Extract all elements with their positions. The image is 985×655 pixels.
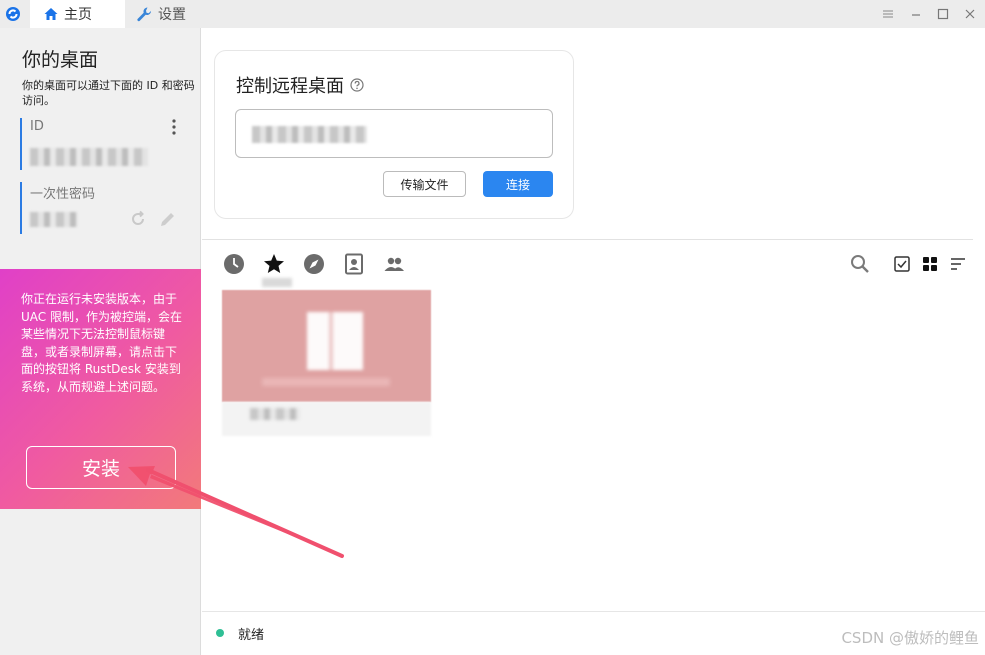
connect-card-title-text: 控制远程桌面 — [236, 76, 344, 97]
maximize-icon[interactable] — [936, 7, 950, 21]
password-value-blurred — [30, 212, 78, 227]
status-indicator — [216, 629, 224, 637]
refresh-password-icon[interactable] — [128, 209, 148, 229]
main-panel: 控制远程桌面 传输文件 连接 就绪 — [202, 28, 985, 655]
status-text: 就绪 — [238, 628, 265, 643]
install-notice-text: 你正在运行未安装版本，由于 UAC 限制，作为被控端，会在某些情况下无法控制鼠标… — [21, 292, 182, 394]
home-icon — [44, 8, 58, 20]
title-bar: 主页 设置 — [0, 0, 985, 28]
password-field: 一次性密码 — [20, 182, 190, 234]
install-button[interactable]: 安装 — [26, 446, 176, 489]
your-desktop-title: 你的桌面 — [22, 49, 99, 71]
peer-card-footer[interactable] — [222, 402, 431, 436]
sidebar: 你的桌面 你的桌面可以通过下面的 ID 和密码访问。 ID 一次性密码 你正在运… — [0, 28, 201, 655]
search-icon[interactable] — [849, 253, 871, 275]
connect-card: 控制远程桌面 传输文件 连接 — [214, 50, 574, 219]
tab-settings[interactable]: 设置 — [134, 0, 186, 28]
connect-button[interactable]: 连接 — [483, 171, 553, 197]
edit-password-icon[interactable] — [158, 209, 178, 229]
tab-home-label: 主页 — [64, 7, 92, 23]
peer-os-icon-blurred — [307, 312, 363, 370]
close-icon[interactable] — [963, 7, 977, 21]
peer-name-blurred — [250, 408, 300, 420]
menu-icon[interactable] — [881, 7, 895, 21]
password-label: 一次性密码 — [30, 187, 96, 202]
wrench-icon — [137, 6, 152, 21]
your-desktop-description: 你的桌面可以通过下面的 ID 和密码访问。 — [22, 79, 195, 107]
sort-icon[interactable] — [947, 253, 969, 275]
grid-view-icon[interactable] — [919, 253, 941, 275]
peer-card-bar-blurred — [262, 378, 390, 386]
favorite-icon[interactable] — [263, 253, 285, 275]
group-icon[interactable] — [383, 253, 405, 275]
rustdesk-logo-icon — [6, 7, 20, 21]
id-value-blurred — [30, 148, 148, 166]
transfer-file-button[interactable]: 传输文件 — [383, 171, 466, 197]
remote-id-value-blurred — [252, 126, 367, 143]
id-label: ID — [30, 119, 44, 134]
watermark: CSDN @傲娇的鲤鱼 — [841, 629, 979, 647]
address-book-icon[interactable] — [343, 253, 365, 275]
checkbox-icon[interactable] — [891, 253, 913, 275]
tab-home[interactable]: 主页 — [30, 0, 125, 28]
discover-icon[interactable] — [303, 253, 325, 275]
id-field: ID — [20, 118, 190, 170]
divider — [202, 239, 973, 240]
recent-icon[interactable] — [223, 253, 245, 275]
install-notice-panel: 你正在运行未安装版本，由于 UAC 限制，作为被控端，会在某些情况下无法控制鼠标… — [0, 269, 201, 509]
remote-id-input[interactable] — [235, 109, 553, 158]
more-options-icon[interactable] — [168, 118, 180, 136]
connect-card-title: 控制远程桌面 — [236, 72, 364, 98]
peer-card-tag-blurred — [262, 278, 292, 287]
help-icon[interactable] — [350, 78, 364, 92]
minimize-icon[interactable] — [909, 7, 923, 21]
peer-card-thumbnail[interactable] — [222, 290, 431, 402]
tab-settings-label: 设置 — [158, 7, 186, 23]
